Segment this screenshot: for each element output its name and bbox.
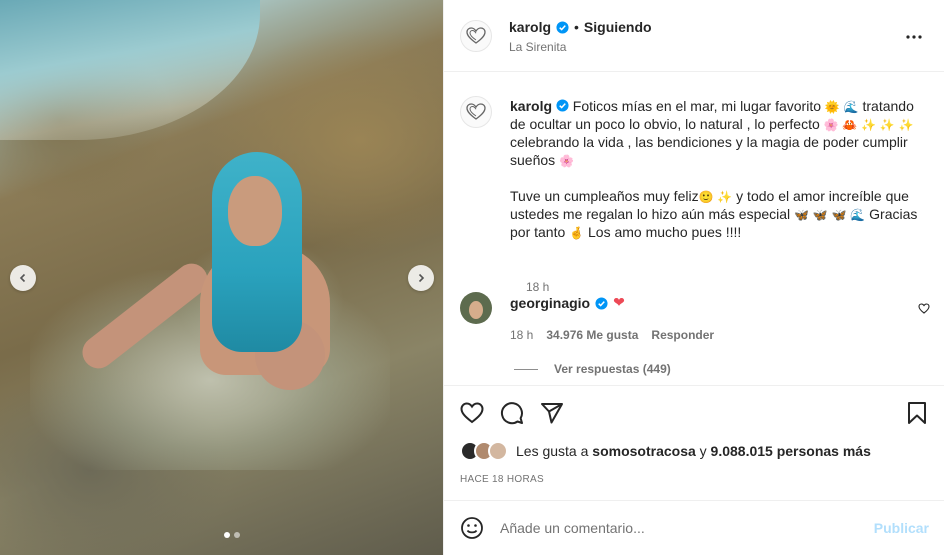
caption-text: karolg Foticos mías en el mar, mi lugar … (510, 97, 930, 241)
author-avatar[interactable] (460, 20, 492, 52)
action-icons (460, 401, 564, 425)
commenter-avatar[interactable] (460, 292, 492, 324)
comment-head: georginagio ❤ (510, 295, 625, 311)
verified-badge-icon (556, 99, 569, 112)
post-timestamp[interactable]: HACE 18 HORAS (460, 474, 544, 485)
caption-emojis-2: 🌸 🦀 ✨ ✨ ✨ (823, 118, 914, 132)
comment-like-button[interactable] (918, 301, 930, 317)
caption-emojis-1: 🌞 🌊 (824, 100, 859, 114)
verified-badge-icon (556, 20, 569, 34)
caption-time: 18 h (526, 280, 550, 294)
caption-paragraph-2: Tuve un cumpleaños muy feliz🙂 ✨ y todo e… (510, 187, 930, 241)
likes-connector: y (699, 443, 707, 459)
heart-logo-icon (466, 27, 486, 44)
view-replies-button[interactable]: Ver respuestas (449) (514, 362, 671, 376)
heart-icon (918, 303, 930, 314)
replies-divider (514, 368, 538, 370)
chevron-right-icon (418, 273, 425, 283)
share-icon (541, 403, 563, 424)
caption-emojis-6: 🤞 (569, 226, 585, 240)
likes-prefix: Les gusta a (516, 443, 589, 459)
reply-button[interactable]: Responder (651, 328, 714, 342)
likers-avatars[interactable] (460, 441, 508, 461)
carousel-dot-active (224, 532, 230, 538)
photo-person-face (228, 176, 282, 246)
save-button[interactable] (905, 401, 929, 425)
comment-meta: 18 h 34.976 Me gusta Responder (510, 328, 714, 342)
post-actions: Les gusta a somosotracosa y 9.088.015 pe… (444, 385, 944, 500)
caption-emojis-5: 🦋 🦋 🦋 🌊 (794, 208, 866, 222)
publish-button[interactable]: Publicar (874, 520, 929, 536)
photo-sea (0, 0, 260, 140)
following-button[interactable]: Siguiendo (584, 19, 652, 35)
heart-icon (460, 402, 484, 424)
likes-text: Les gusta a somosotracosa y 9.088.015 pe… (516, 443, 871, 459)
like-button[interactable] (460, 401, 484, 425)
post-header: karolg • Siguiendo La Sirenita (444, 0, 944, 72)
chevron-left-icon (19, 273, 26, 283)
likes-user[interactable]: somosotracosa (592, 443, 695, 459)
follow-separator: • (574, 19, 579, 35)
author-username[interactable]: karolg (509, 19, 551, 35)
caption-para2-d: Los amo mucho pues !!!! (588, 224, 742, 240)
comments-section: karolg Foticos mías en el mar, mi lugar … (444, 72, 944, 384)
emoji-icon (461, 517, 483, 539)
comment-input[interactable] (500, 517, 860, 539)
avatar-face (469, 301, 483, 319)
carousel-next-button[interactable] (408, 265, 434, 291)
carousel-prev-button[interactable] (10, 265, 36, 291)
more-options-icon (906, 35, 922, 39)
share-button[interactable] (540, 401, 564, 425)
post-sidebar: karolg • Siguiendo La Sirenita karolg Fo… (443, 0, 944, 555)
caption-emojis-4: 🙂 ✨ (698, 190, 733, 204)
view-replies-label: Ver respuestas (449) (554, 362, 671, 376)
more-options-button[interactable] (906, 26, 922, 42)
caption-author-avatar[interactable] (460, 96, 492, 128)
emoji-picker-button[interactable] (460, 516, 484, 540)
post-location[interactable]: La Sirenita (509, 40, 566, 54)
carousel-indicator (224, 532, 240, 538)
add-comment-bar: Publicar (444, 500, 944, 555)
header-user-line: karolg • Siguiendo (509, 19, 652, 35)
caption-username[interactable]: karolg (510, 98, 552, 114)
comment-icon (501, 402, 523, 425)
verified-badge-icon (595, 296, 608, 310)
carousel-dot (234, 532, 240, 538)
comment-likes[interactable]: 34.976 Me gusta (546, 328, 638, 342)
likes-others[interactable]: 9.088.015 personas más (711, 443, 871, 459)
comment-heart-emoji: ❤ (613, 295, 625, 311)
commenter-username[interactable]: georginagio (510, 295, 590, 311)
comment-time: 18 h (510, 328, 534, 342)
liker-avatar (488, 441, 508, 461)
caption-line1: Foticos mías en el mar, mi lugar favorit… (572, 98, 821, 114)
likes-summary: Les gusta a somosotracosa y 9.088.015 pe… (460, 441, 871, 461)
caption-emojis-3: 🌸 (559, 154, 574, 168)
post-photo[interactable] (0, 0, 443, 555)
heart-logo-icon (466, 103, 486, 120)
caption-para2-a: Tuve un cumpleaños muy feliz (510, 188, 699, 204)
comment-button[interactable] (500, 401, 524, 425)
bookmark-icon (908, 402, 926, 424)
